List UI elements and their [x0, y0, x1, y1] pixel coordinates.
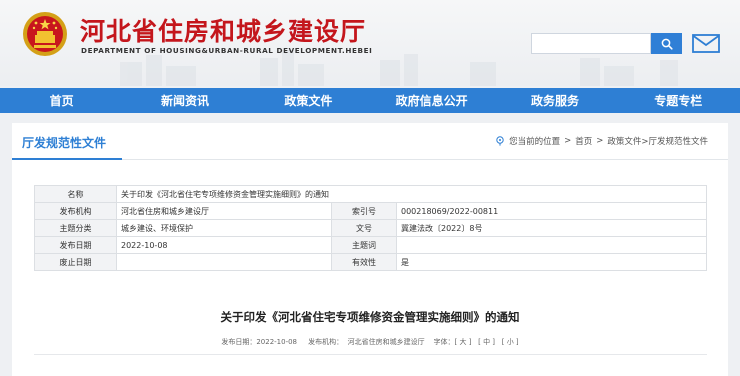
table-row: 发布日期 2022-10-08 主题词 — [34, 236, 707, 254]
nav-item-policy[interactable]: 政策文件 — [247, 88, 370, 113]
section-title[interactable]: 厅发规范性文件 — [22, 134, 106, 151]
meta-label-index: 索引号 — [331, 202, 397, 220]
table-row: 废止日期 有效性 是 — [34, 253, 707, 271]
breadcrumb-home[interactable]: 首页 — [575, 135, 592, 147]
site-header: 河北省住房和城乡建设厅 DEPARTMENT OF HOUSING&URBAN-… — [0, 0, 740, 86]
meta-value-index: 000218069/2022-00811 — [396, 202, 707, 220]
nav-item-topics[interactable]: 专题专栏 — [617, 88, 740, 113]
info-date-label: 发布日期： — [221, 338, 257, 346]
nav-item-gov-info[interactable]: 政府信息公开 — [370, 88, 493, 113]
meta-label-issuer: 发布机构 — [34, 202, 117, 220]
info-font-label: 字体： — [433, 338, 455, 346]
content-panel: 厅发规范性文件 您当前的位置 > 首页 > 政策文件>厅发规范性文件 名称 关于… — [12, 123, 728, 376]
search-icon — [661, 38, 673, 50]
table-row: 发布机构 河北省住房和城乡建设厅 索引号 000218069/2022-0081… — [34, 202, 707, 220]
breadcrumb-separator: > — [596, 136, 604, 146]
breadcrumb-prefix: 您当前的位置 — [509, 137, 561, 147]
meta-value-category: 城乡建设、环境保护 — [116, 219, 332, 237]
search-input[interactable] — [531, 33, 651, 54]
nav-item-news[interactable]: 新闻资讯 — [123, 88, 246, 113]
document-title: 关于印发《河北省住宅专项维修资金管理实施细则》的通知 — [220, 310, 520, 324]
meta-value-valid: 是 — [396, 253, 707, 271]
document-meta-table: 名称 关于印发《河北省住宅专项维修资金管理实施细则》的通知 发布机构 河北省住房… — [34, 185, 707, 271]
meta-label-name: 名称 — [34, 185, 117, 203]
font-size-medium-button[interactable]: [ 中 ] — [478, 338, 495, 346]
meta-label-keywords: 主题词 — [331, 236, 397, 254]
font-size-small-button[interactable]: [ 小 ] — [502, 338, 519, 346]
info-date-value: 2022-10-08 — [256, 338, 298, 346]
main-nav: 首页 新闻资讯 政策文件 政府信息公开 政务服务 专题专栏 — [0, 88, 740, 113]
national-emblem-logo — [23, 12, 67, 56]
section-title-underline — [12, 158, 122, 160]
content-divider — [34, 354, 707, 355]
section-tabbar: 厅发规范性文件 您当前的位置 > 首页 > 政策文件>厅发规范性文件 — [12, 123, 728, 160]
search-button[interactable] — [651, 33, 682, 54]
table-row: 名称 关于印发《河北省住宅专项维修资金管理实施细则》的通知 — [34, 185, 707, 203]
meta-label-category: 主题分类 — [34, 219, 117, 237]
meta-value-date: 2022-10-08 — [116, 236, 332, 254]
meta-label-docno: 文号 — [331, 219, 397, 237]
meta-value-keywords — [396, 236, 707, 254]
meta-value-expire — [116, 253, 332, 271]
font-size-large-button[interactable]: [ 大 ] — [455, 338, 472, 346]
meta-value-issuer: 河北省住房和城乡建设厅 — [116, 202, 332, 220]
breadcrumb: 您当前的位置 > 首页 > 政策文件>厅发规范性文件 — [495, 135, 708, 147]
meta-label-valid: 有效性 — [331, 253, 397, 271]
location-pin-icon — [496, 136, 504, 146]
meta-label-date: 发布日期 — [34, 236, 117, 254]
meta-value-docno: 冀建法改〔2022〕8号 — [396, 219, 707, 237]
breadcrumb-separator: > — [564, 136, 572, 146]
site-subtitle: DEPARTMENT OF HOUSING&URBAN-RURAL DEVELO… — [81, 46, 373, 55]
nav-item-home[interactable]: 首页 — [0, 88, 123, 113]
site-title: 河北省住房和城乡建设厅 — [80, 17, 367, 46]
document-info-line: 发布日期：2022-10-08 发布机构： 河北省住房和城乡建设厅 字体：[ 大… — [12, 337, 728, 347]
nav-item-services[interactable]: 政务服务 — [493, 88, 616, 113]
meta-value-name: 关于印发《河北省住宅专项维修资金管理实施细则》的通知 — [116, 185, 707, 203]
table-row: 主题分类 城乡建设、环境保护 文号 冀建法改〔2022〕8号 — [34, 219, 707, 237]
info-org-value: 河北省住房和城乡建设厅 — [347, 338, 425, 346]
info-org-label: 发布机构： — [308, 338, 344, 346]
meta-label-expire: 废止日期 — [34, 253, 117, 271]
breadcrumb-path[interactable]: 政策文件>厅发规范性文件 — [607, 135, 708, 147]
mail-icon[interactable] — [692, 34, 720, 53]
